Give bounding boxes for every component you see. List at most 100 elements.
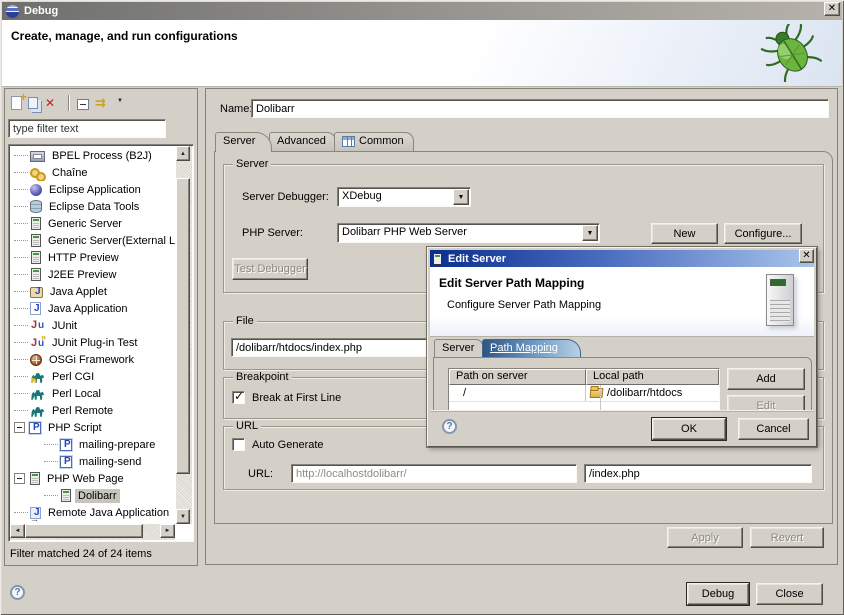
tree-item[interactable]: PHP Script (10, 419, 175, 436)
tree-item[interactable]: PHP Web Page (10, 470, 175, 487)
duplicate-icon[interactable] (28, 97, 38, 109)
name-label: Name: (220, 103, 252, 115)
column-header-path-on-server[interactable]: Path on server (449, 369, 586, 385)
break-first-line-checkbox[interactable] (232, 391, 245, 404)
tree-item[interactable]: Remote Java Application (10, 504, 175, 521)
db-icon (30, 200, 42, 213)
auto-generate-checkbox[interactable] (232, 438, 245, 451)
filter-menu-icon[interactable] (95, 96, 111, 111)
edit-mapping-button[interactable]: Edit (727, 395, 805, 412)
tree-item[interactable]: Perl Remote (10, 402, 175, 419)
breakpoint-group-legend: Breakpoint (233, 371, 292, 383)
dialog-help-icon[interactable]: ? (442, 419, 457, 434)
debug-button[interactable]: Debug (687, 583, 749, 605)
tree-item[interactable]: BPEL Process (B2J) (10, 147, 175, 164)
chevron-down-icon[interactable]: ▼ (453, 189, 469, 205)
dialog-tab-path-mapping[interactable]: Path Mapping (482, 339, 581, 357)
configure-server-button[interactable]: Configure... (724, 223, 802, 244)
tree-item[interactable]: Java Applet (10, 283, 175, 300)
tree-vertical-scrollbar[interactable]: ▲ ▼ (176, 146, 192, 524)
tree-collapse-icon[interactable] (14, 422, 25, 433)
collapse-all-icon[interactable] (77, 99, 89, 110)
apply-button[interactable]: Apply (667, 527, 743, 548)
tab-advanced[interactable]: Advanced (269, 132, 336, 151)
tree-item[interactable]: mailing-send (10, 453, 175, 470)
window-close-button[interactable]: ✕ (824, 2, 840, 16)
applet-icon (30, 287, 43, 298)
tree-item-label: mailing-prepare (76, 438, 158, 452)
tree-item[interactable]: JUnit (10, 317, 175, 334)
break-first-line-label: Break at First Line (252, 392, 341, 404)
add-mapping-button[interactable]: Add (727, 368, 805, 390)
new-server-button[interactable]: New (651, 223, 718, 244)
titlebar: Debug (2, 2, 842, 20)
close-button[interactable]: Close (756, 583, 823, 605)
tree-item[interactable]: mailing-prepare (10, 436, 175, 453)
dropdown-arrow-icon[interactable] (117, 96, 126, 111)
scroll-up-icon[interactable]: ▲ (176, 146, 190, 161)
configurations-panel: BPEL Process (B2J)ChaîneEclipse Applicat… (4, 88, 198, 566)
tree-item-label: Eclipse Data Tools (46, 200, 142, 214)
tree-item[interactable]: Eclipse Data Tools (10, 198, 175, 215)
tree-item-label: Remote Java Application (45, 506, 172, 520)
tree-horizontal-scrollbar[interactable]: ◄ ► (10, 524, 175, 540)
tree-line (13, 351, 29, 368)
dialog-header-subtitle: Configure Server Path Mapping (447, 299, 601, 311)
chevron-down-icon[interactable]: ▼ (582, 225, 598, 241)
file-group-legend: File (233, 315, 257, 327)
server-icon (433, 253, 442, 265)
dialog-tab-server[interactable]: Server (434, 339, 483, 357)
php-server-combobox[interactable]: Dolibarr PHP Web Server ▼ (337, 223, 600, 243)
scroll-right-icon[interactable]: ► (160, 524, 175, 538)
dialog-close-button[interactable]: ✕ (799, 249, 814, 263)
tree-item[interactable]: Perl CGI (10, 368, 175, 385)
scroll-left-icon[interactable]: ◄ (10, 524, 25, 538)
tree-item-label: Dolibarr (75, 489, 120, 503)
server-debugger-combobox[interactable]: XDebug ▼ (337, 187, 471, 207)
tree-line (13, 215, 29, 232)
url-group-legend: URL (233, 420, 261, 432)
filter-input[interactable] (8, 119, 166, 138)
cancel-button[interactable]: Cancel (738, 418, 809, 440)
ok-button[interactable]: OK (652, 418, 726, 440)
column-header-local-path[interactable]: Local path (586, 369, 719, 385)
eclipse-logo-icon (6, 5, 19, 18)
debug-dialog-window: Debug ✕ Create, manage, and run configur… (0, 0, 844, 615)
tree-item[interactable]: OSGi Framework (10, 351, 175, 368)
tree-item-label: Generic Server (45, 217, 125, 231)
new-config-icon[interactable] (11, 96, 22, 110)
tree-item[interactable]: »JUnit Plug-in Test (10, 334, 175, 351)
vertical-scroll-thumb[interactable] (176, 178, 190, 474)
dialog-tab-server-label: Server (442, 342, 474, 354)
horizontal-scroll-thumb[interactable] (25, 524, 143, 538)
dialog-title: Edit Server (448, 253, 506, 265)
test-debugger-button[interactable]: Test Debugger (232, 258, 308, 280)
php-icon (60, 439, 72, 451)
help-icon[interactable]: ? (10, 585, 25, 600)
path-mapping-table[interactable]: Path on server Local path / /dolibarr/ht… (448, 368, 720, 412)
tree-item[interactable]: J2EE Preview (10, 266, 175, 283)
tree-item[interactable]: Generic Server(External La (10, 232, 175, 249)
tree-collapse-icon[interactable] (14, 473, 25, 484)
table-row[interactable]: / /dolibarr/htdocs (449, 385, 719, 402)
tab-advanced-label: Advanced (277, 135, 326, 151)
tree-item[interactable]: Perl Local (10, 385, 175, 402)
junit-icon (30, 319, 45, 333)
config-tree[interactable]: BPEL Process (B2J)ChaîneEclipse Applicat… (8, 144, 194, 542)
revert-button[interactable]: Revert (750, 527, 824, 548)
scroll-down-icon[interactable]: ▼ (176, 509, 190, 524)
tree-item-label: JUnit (49, 319, 80, 333)
tree-item[interactable]: HTTP Preview (10, 249, 175, 266)
php-server-value: Dolibarr PHP Web Server (342, 226, 581, 238)
tab-server[interactable]: Server (215, 132, 272, 152)
url-base-input (291, 464, 577, 483)
delete-icon[interactable] (44, 96, 60, 111)
tab-common[interactable]: Common (334, 132, 414, 151)
tree-item[interactable]: Eclipse Application (10, 181, 175, 198)
name-input[interactable] (251, 99, 829, 118)
tree-item[interactable]: Chaîne (10, 164, 175, 181)
tree-item[interactable]: Java Application (10, 300, 175, 317)
tree-item[interactable]: Generic Server (10, 215, 175, 232)
tree-item[interactable]: Dolibarr (10, 487, 175, 504)
url-path-input[interactable] (584, 464, 812, 483)
